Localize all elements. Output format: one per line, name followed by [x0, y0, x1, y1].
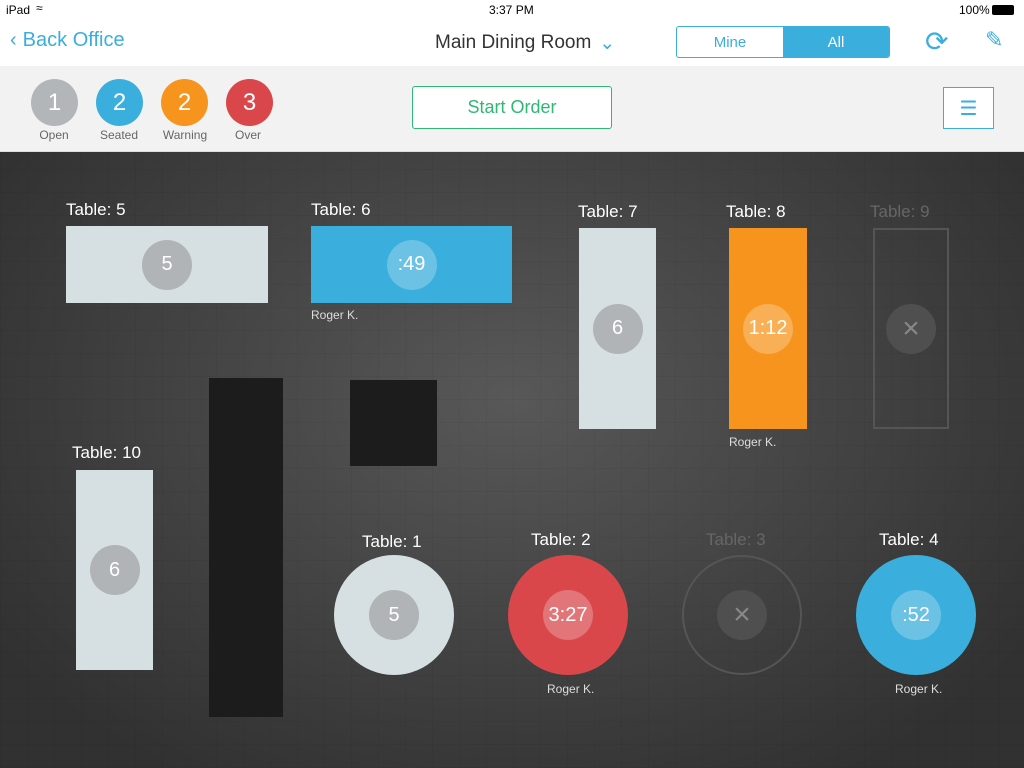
seated-label: Seated: [99, 128, 139, 142]
table-label: Table: 1: [362, 532, 422, 551]
refresh-icon[interactable]: ⟳: [925, 25, 948, 58]
chevron-left-icon: ‹: [10, 29, 17, 51]
floor-obstacle: [350, 380, 437, 466]
table-6[interactable]: :49: [311, 226, 512, 303]
back-label: Back Office: [22, 29, 125, 51]
open-count-badge[interactable]: 1: [31, 79, 78, 126]
table-7[interactable]: 6: [579, 228, 656, 429]
clock: 3:37 PM: [489, 3, 534, 17]
server-name: Roger K.: [311, 308, 359, 322]
table-3[interactable]: ×: [682, 555, 802, 675]
seated-count-badge[interactable]: 2: [96, 79, 143, 126]
filter-all[interactable]: All: [783, 27, 889, 57]
status-bar: iPad ≈ 3:37 PM 100%: [0, 0, 1024, 20]
guest-count: 5: [369, 590, 419, 640]
filter-segmented-control: Mine All: [676, 26, 890, 58]
open-label: Open: [39, 128, 69, 142]
table-label: Table: 7: [578, 202, 638, 221]
warning-count-badge[interactable]: 2: [161, 79, 208, 126]
start-order-button[interactable]: Start Order: [412, 86, 612, 129]
table-9[interactable]: ×: [873, 228, 949, 429]
guest-count: 6: [592, 303, 643, 354]
edit-icon[interactable]: ✎: [985, 27, 1003, 53]
table-label: Table: 2: [531, 530, 591, 549]
elapsed-time: :52: [891, 590, 941, 640]
elapsed-time: :49: [386, 239, 437, 290]
table-label: Table: 3: [706, 530, 766, 549]
warning-label: Warning: [162, 128, 208, 142]
table-label: Table: 6: [311, 200, 371, 219]
table-label: Table: 8: [726, 202, 786, 221]
floor-obstacle: [209, 378, 283, 717]
close-icon: ×: [886, 303, 936, 354]
back-button[interactable]: ‹ Back Office: [10, 29, 125, 52]
close-icon: ×: [717, 590, 767, 640]
chevron-down-icon: ⌄: [599, 33, 616, 54]
table-label: Table: 5: [66, 200, 126, 219]
list-icon: ☰: [959, 97, 978, 120]
server-name: Roger K.: [547, 682, 595, 696]
room-title: Main Dining Room: [435, 32, 592, 53]
table-label: Table: 10: [72, 443, 141, 462]
server-name: Roger K.: [729, 435, 777, 449]
over-label: Over: [234, 128, 261, 142]
table-5[interactable]: 5: [66, 226, 268, 303]
over-count-badge[interactable]: 3: [226, 79, 273, 126]
battery-percent: 100%: [959, 3, 990, 17]
table-label: Table: 4: [879, 530, 939, 549]
table-2[interactable]: 3:27: [508, 555, 628, 675]
guest-count: 5: [142, 239, 192, 290]
table-4[interactable]: :52: [856, 555, 976, 675]
elapsed-time: 3:27: [543, 590, 593, 640]
filter-mine[interactable]: Mine: [677, 27, 783, 57]
wifi-icon: ≈: [36, 1, 43, 15]
server-name: Roger K.: [895, 682, 943, 696]
room-selector[interactable]: Main Dining Room ⌄: [435, 32, 615, 55]
elapsed-time: 1:12: [743, 303, 793, 354]
list-view-button[interactable]: ☰: [943, 87, 994, 129]
device-name: iPad: [6, 3, 31, 17]
table-label: Table: 9: [870, 202, 930, 221]
table-8[interactable]: 1:12: [729, 228, 807, 429]
table-10[interactable]: 6: [76, 470, 153, 670]
battery-icon: [992, 5, 1014, 15]
guest-count: 6: [89, 545, 140, 595]
table-1[interactable]: 5: [334, 555, 454, 675]
